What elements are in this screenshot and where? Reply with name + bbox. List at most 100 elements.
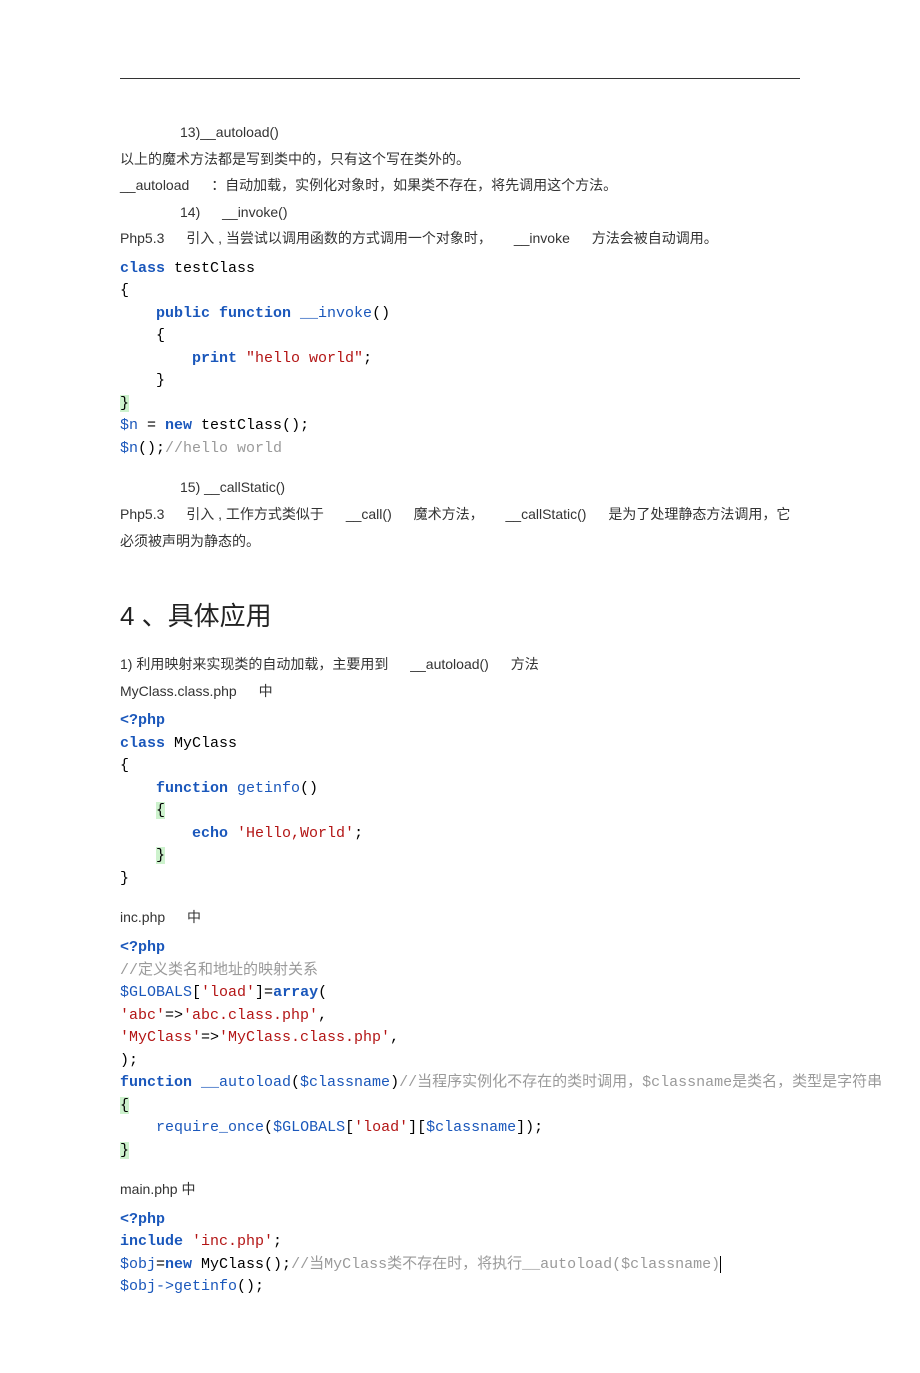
- code-token: ): [390, 1074, 399, 1091]
- code-token: 'MyClass.class.php': [219, 1029, 390, 1046]
- call-keyword: __call(): [346, 501, 392, 528]
- text-segment: 魔术方法，: [414, 501, 484, 528]
- code-token: $n: [120, 440, 138, 457]
- code-token: ]);: [516, 1119, 543, 1136]
- code-token: }: [156, 372, 165, 389]
- code-token: 'abc': [120, 1007, 165, 1024]
- code-token: <?php: [120, 939, 165, 956]
- code-token: testClass: [165, 260, 255, 277]
- code-token: 'inc.php': [192, 1233, 273, 1250]
- code-token: //当程序实例化不存在的类时调用，$classname是类名，类型是字符串: [399, 1074, 882, 1091]
- section-4-heading: 4 、具体应用: [120, 596, 800, 633]
- code-token: new: [165, 1256, 192, 1273]
- code-block-main: <?php include 'inc.php'; $obj=new MyClas…: [120, 1209, 800, 1299]
- text-segment: 中: [187, 909, 201, 925]
- code-token: getinfo: [237, 780, 300, 797]
- callstatic-keyword: __callStatic(): [506, 501, 587, 528]
- code-token: //定义类名和地址的映射关系: [120, 962, 318, 979]
- item-14-desc: Php5.3 引入 , 当尝试以调用函数的方式调用一个对象时， __invoke…: [120, 225, 800, 252]
- filename: MyClass.class.php: [120, 678, 237, 705]
- code-token: __invoke: [300, 305, 372, 322]
- code-token: {: [120, 282, 129, 299]
- text-segment: 方法会被自动调用。: [592, 230, 718, 246]
- item-13-label: 13)__autoload(): [120, 119, 800, 146]
- code-token: (): [300, 780, 318, 797]
- invoke-keyword: __invoke: [514, 225, 570, 252]
- code-token: array: [273, 984, 318, 1001]
- code-token: (): [372, 305, 390, 322]
- code-block-inc: <?php //定义类名和地址的映射关系 $GLOBALS['load']=ar…: [120, 937, 800, 1162]
- code-token: ();: [138, 440, 165, 457]
- item-14-label: 14) __invoke(): [120, 199, 800, 226]
- code-token: __autoload: [201, 1074, 291, 1091]
- code-token: require_once: [156, 1119, 264, 1136]
- code-token: class: [120, 260, 165, 277]
- code-token: echo: [192, 825, 237, 842]
- code-token: }: [120, 1142, 129, 1159]
- code-token: 'Hello,World': [237, 825, 354, 842]
- code-token: ;: [363, 350, 372, 367]
- section-4-p1: 1) 利用映射来实现类的自动加载，主要用到 __autoload() 方法: [120, 651, 800, 678]
- text-segment: 中: [259, 683, 273, 699]
- code-token: $GLOBALS: [273, 1119, 345, 1136]
- item-15-desc: Php5.3 引入 , 工作方式类似于 __call() 魔术方法， __cal…: [120, 501, 800, 554]
- code-token: $classname: [300, 1074, 390, 1091]
- code-token: [: [192, 984, 201, 1001]
- code-token: }: [120, 395, 129, 412]
- code-token: ]=: [255, 984, 273, 1001]
- item-14-num: 14): [180, 199, 200, 226]
- code-token: =>: [201, 1029, 219, 1046]
- code-token: new: [165, 417, 192, 434]
- code-token: include: [120, 1233, 192, 1250]
- file-label-myclass: MyClass.class.php 中: [120, 678, 800, 705]
- code-token: }: [156, 847, 165, 864]
- code-block-myclass: <?php class MyClass { function getinfo()…: [120, 710, 800, 890]
- code-token: }: [120, 870, 129, 887]
- code-token: function: [156, 780, 237, 797]
- code-token: =: [156, 1256, 165, 1273]
- document-page: 13)__autoload() 以上的魔术方法都是写到类中的，只有这个写在类外的…: [0, 0, 920, 1373]
- code-token: 'load': [354, 1119, 408, 1136]
- code-token: 'load': [201, 984, 255, 1001]
- file-label-inc: inc.php 中: [120, 904, 800, 931]
- code-token: class: [120, 735, 165, 752]
- item-15-label: 15) __callStatic(): [120, 474, 800, 501]
- file-label-main: main.php 中: [120, 1176, 800, 1203]
- code-token: ][: [408, 1119, 426, 1136]
- code-token: ;: [354, 825, 363, 842]
- code-token: {: [156, 327, 165, 344]
- code-token: function: [120, 1074, 201, 1091]
- code-token: $GLOBALS: [120, 984, 192, 1001]
- code-token: <?php: [120, 1211, 165, 1228]
- code-token: <?php: [120, 712, 165, 729]
- code-token: 'abc.class.php': [183, 1007, 318, 1024]
- autoload-desc: ：自动加载，实例化对象时，如果类不存在，将先调用这个方法。: [211, 177, 617, 193]
- code-token: //hello world: [165, 440, 282, 457]
- code-token: print: [192, 350, 246, 367]
- text-segment: 引入 , 当尝试以调用函数的方式调用一个对象时，: [186, 225, 492, 252]
- code-token: getinfo: [174, 1278, 237, 1295]
- autoload-keyword: __autoload(): [410, 651, 489, 678]
- code-token: testClass();: [192, 417, 309, 434]
- code-token: ;: [273, 1233, 282, 1250]
- php-version: Php5.3: [120, 501, 164, 528]
- code-token: //当MyClass类不存在时，将执行__autoload($classname…: [291, 1256, 720, 1273]
- code-token: "hello world": [246, 350, 363, 367]
- code-token: ,: [318, 1007, 327, 1024]
- text-segment: 引入 , 工作方式类似于: [186, 501, 324, 528]
- code-token: 'MyClass': [120, 1029, 201, 1046]
- filename: inc.php: [120, 904, 165, 931]
- code-token: ,: [390, 1029, 399, 1046]
- php-version: Php5.3: [120, 225, 164, 252]
- code-token: MyClass: [165, 735, 237, 752]
- code-token: (: [291, 1074, 300, 1091]
- item-14-name: __invoke(): [222, 204, 287, 220]
- cursor-caret: [720, 1256, 721, 1273]
- code-token: =>: [165, 1007, 183, 1024]
- code-token: );: [120, 1052, 138, 1069]
- code-token: (: [318, 984, 327, 1001]
- code-token: MyClass();: [192, 1256, 291, 1273]
- code-token: $obj: [120, 1278, 156, 1295]
- item-13-desc-2: __autoload ：自动加载，实例化对象时，如果类不存在，将先调用这个方法。: [120, 172, 800, 199]
- code-token: {: [156, 802, 165, 819]
